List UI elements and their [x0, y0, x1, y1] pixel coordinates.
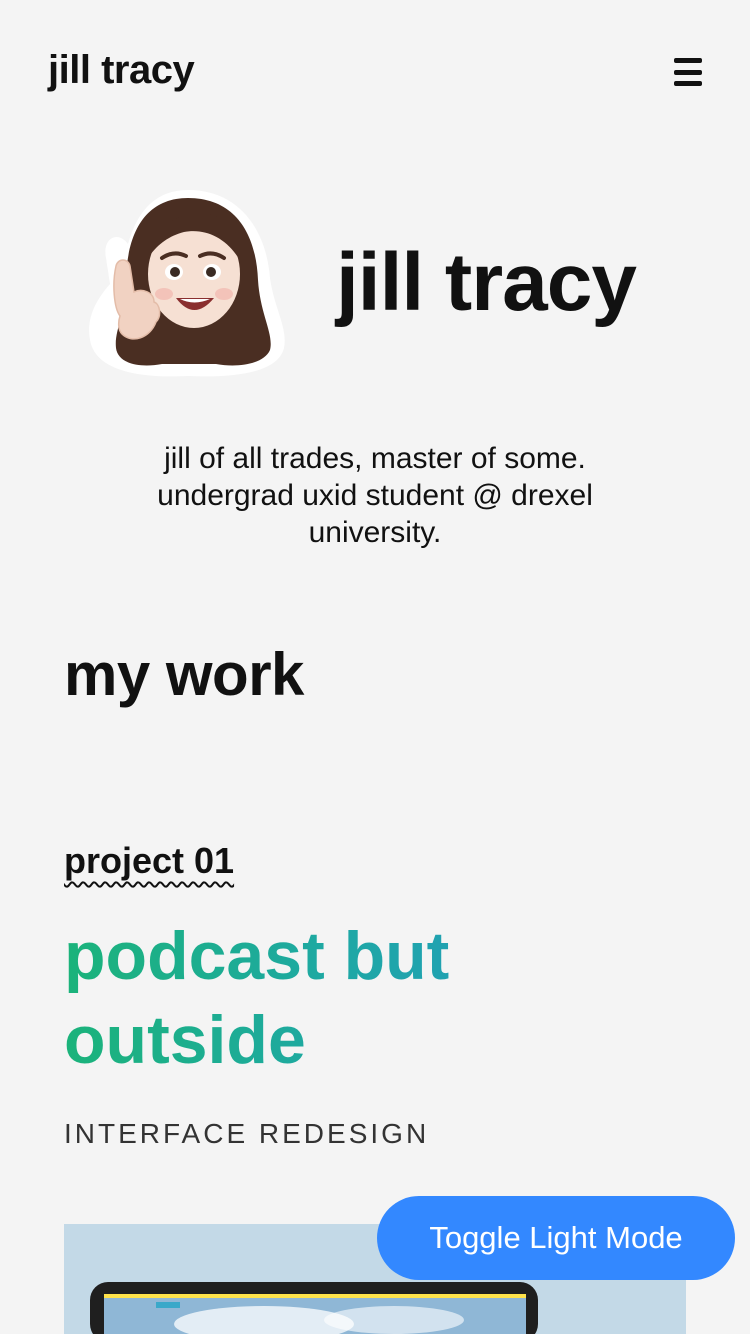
project-number: project 01 — [64, 840, 235, 881]
project-type: INTERFACE REDESIGN — [64, 1118, 430, 1149]
menu-bar — [674, 69, 702, 75]
avatar — [88, 188, 288, 378]
top-navigation: jill tracy — [0, 0, 750, 145]
hamburger-icon[interactable] — [670, 56, 706, 88]
menu-bar — [674, 81, 702, 86]
hero-name: jill tracy — [336, 237, 637, 328]
my-work-heading: my work — [64, 641, 304, 708]
menu-bar — [674, 58, 702, 63]
tagline: jill of all trades, master of some. unde… — [157, 442, 593, 549]
toggle-light-mode-button[interactable]: Toggle Light Mode — [377, 1196, 735, 1280]
project-title-link[interactable]: podcast but outside — [64, 914, 664, 1082]
memoji-avatar-icon — [89, 190, 285, 377]
site-brand-link[interactable]: jill tracy — [48, 48, 195, 93]
